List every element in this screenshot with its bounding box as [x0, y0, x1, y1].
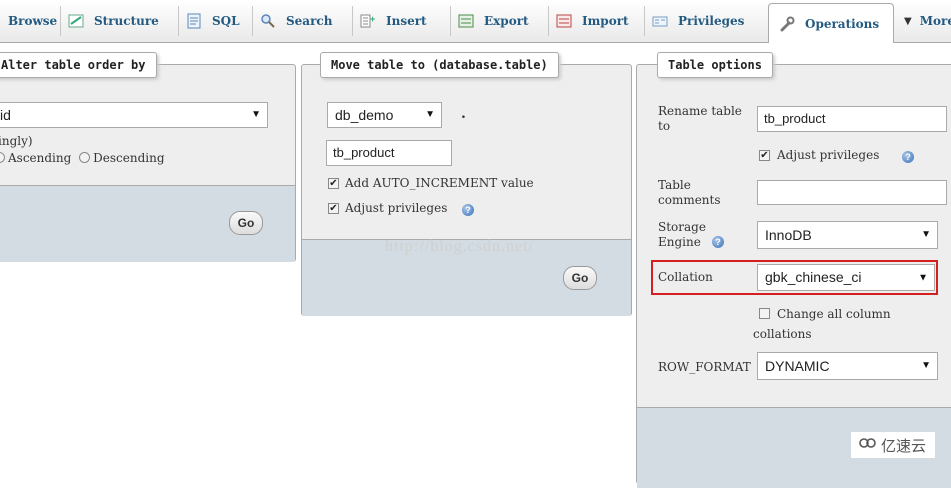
order-hint-text: ingly) [0, 134, 33, 148]
logo-icon [859, 436, 877, 454]
brand-logo: 亿速云 [851, 432, 935, 458]
tab-separator [644, 6, 645, 36]
storage-engine-label: Storage Engine [658, 220, 706, 249]
tab-search[interactable]: Search [260, 3, 332, 39]
export-icon [458, 13, 474, 29]
chevron-down-icon: ▼ [918, 272, 928, 283]
auto-increment-label: Add AUTO_INCREMENT value [345, 176, 534, 190]
database-select[interactable]: db_demo ▼ [327, 102, 442, 128]
options-adjust-privileges-checkbox[interactable]: ✔ [759, 150, 770, 161]
tab-sql[interactable]: SQL [186, 3, 240, 39]
tab-separator [450, 6, 451, 36]
tab-browse[interactable]: Browse [8, 3, 57, 39]
help-icon[interactable]: ? [462, 204, 474, 216]
rename-table-input[interactable]: tb_product [757, 106, 947, 132]
alter-order-go-button[interactable]: Go [229, 211, 263, 235]
structure-icon [68, 13, 84, 29]
tab-export[interactable]: Export [458, 3, 529, 39]
move-table-legend: Move table to (database.table) [320, 52, 559, 78]
new-table-name-input[interactable]: tb_product [326, 140, 452, 166]
tab-insert[interactable]: + Insert [360, 3, 427, 39]
move-adjust-privileges-checkbox[interactable]: ✔ [328, 203, 339, 214]
tab-operations[interactable]: Operations [768, 3, 894, 43]
search-icon [260, 13, 276, 29]
collation-select[interactable]: gbk_chinese_ci ▼ [757, 264, 935, 291]
help-icon[interactable]: ? [712, 236, 724, 248]
options-adjust-privileges-label: Adjust privileges [777, 148, 880, 162]
chevron-down-icon: ▼ [251, 109, 261, 120]
change-all-collations-label-cont: collations [753, 327, 812, 341]
import-icon [556, 13, 572, 29]
move-table-go-button[interactable]: Go [563, 266, 597, 290]
wrench-icon [779, 16, 795, 32]
order-column-select[interactable]: id ▼ [0, 102, 268, 128]
watermark-text: http://blog.csdn.net/ [385, 238, 534, 255]
help-icon[interactable]: ? [902, 151, 914, 163]
table-comments-input[interactable] [757, 180, 947, 205]
svg-text:+: + [370, 14, 375, 24]
tab-more[interactable]: ▼ More [904, 3, 951, 39]
move-adjust-privileges-label: Adjust privileges [345, 201, 448, 215]
insert-icon: + [360, 13, 376, 29]
descending-radio[interactable] [79, 152, 91, 163]
tab-import[interactable]: Import [556, 3, 629, 39]
order-direction-group: Ascending Descending [0, 151, 165, 165]
change-all-collations-label: Change all column [777, 307, 891, 321]
tab-privileges[interactable]: Privileges [652, 3, 744, 39]
change-all-collations-checkbox[interactable] [759, 308, 770, 319]
chevron-down-icon: ▼ [425, 109, 435, 120]
sql-icon [186, 13, 202, 29]
tab-bar: Browse Structure SQL Search + Insert Exp… [0, 0, 951, 43]
database-table-separator: . [461, 106, 466, 122]
storage-engine-select[interactable]: InnoDB ▼ [757, 221, 938, 249]
chevron-down-icon: ▼ [921, 229, 931, 240]
privileges-icon [652, 13, 668, 29]
ascending-radio[interactable] [0, 152, 5, 163]
tab-separator [548, 6, 549, 36]
tab-separator [60, 6, 61, 36]
collation-label: Collation [658, 270, 713, 284]
row-format-label: ROW_FORMAT [658, 360, 751, 374]
tab-separator [178, 6, 179, 36]
auto-increment-checkbox[interactable]: ✔ [328, 178, 339, 189]
tab-structure[interactable]: Structure [68, 3, 159, 39]
table-comments-label: Table comments [658, 178, 721, 207]
tab-separator [252, 6, 253, 36]
chevron-down-icon: ▼ [921, 360, 931, 371]
alter-order-legend: Alter table order by [0, 52, 157, 78]
tab-separator [352, 6, 353, 36]
rename-table-label: Rename table to [658, 104, 742, 133]
row-format-select[interactable]: DYNAMIC ▼ [757, 352, 938, 380]
chevron-down-icon: ▼ [904, 15, 912, 27]
table-options-legend: Table options [657, 52, 773, 78]
